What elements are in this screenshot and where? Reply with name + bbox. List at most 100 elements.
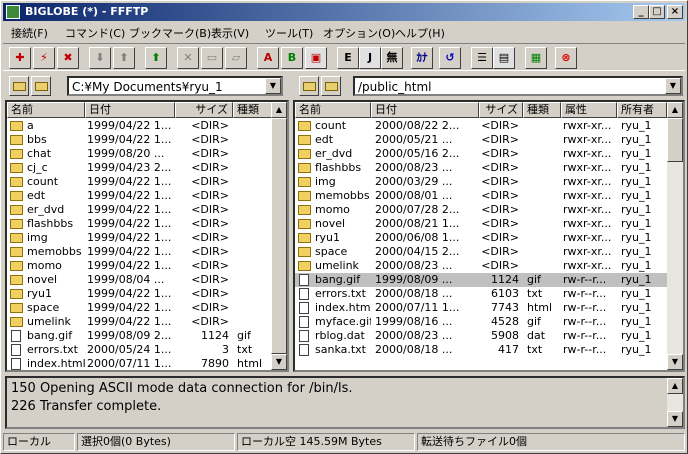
scroll-up-icon[interactable]: ▲	[667, 378, 683, 394]
chevron-down-icon[interactable]: ▼	[265, 78, 281, 94]
file-row[interactable]: bang.gif 1999/08/09 2... 1124 gif	[7, 329, 271, 343]
right-open-folder-button[interactable]	[321, 76, 341, 96]
disconnect-icon[interactable]: ✖	[57, 47, 79, 69]
file-row[interactable]: flashbbs 1999/04/22 1... <DIR>	[7, 217, 271, 231]
file-row[interactable]: index.html 2000/07/11 1... 7890 html	[7, 357, 271, 370]
file-row[interactable]: edt 2000/05/21 ... <DIR> rwxr-xr... ryu_1	[295, 133, 667, 147]
menu-help[interactable]: ヘルプ(H)	[395, 25, 445, 41]
scroll-up-icon[interactable]: ▲	[271, 102, 287, 118]
right-col-type[interactable]: 種類	[523, 102, 561, 118]
file-row[interactable]: er_dvd 2000/05/16 2... <DIR> rwxr-xr... ryu_…	[295, 147, 667, 161]
file-row[interactable]: img 1999/04/22 1... <DIR>	[7, 231, 271, 245]
scroll-down-icon[interactable]: ▼	[667, 411, 683, 427]
detail-view-icon[interactable]: ▤	[493, 47, 515, 69]
left-path-field[interactable]: C:¥My Documents¥ryu_1 ▼	[67, 76, 283, 96]
chevron-down-icon[interactable]: ▼	[665, 78, 681, 94]
right-col-size[interactable]: サイズ	[479, 102, 523, 118]
log-scrollbar[interactable]: ▲ ▼	[667, 378, 683, 427]
rename-icon[interactable]: ▭	[201, 47, 223, 69]
refresh-icon[interactable]: ↺	[439, 47, 461, 69]
right-scrollbar[interactable]: ▲ ▼	[667, 102, 683, 370]
mirror-upload-icon[interactable]: ⬆	[145, 47, 167, 69]
delete-icon[interactable]: ✕	[177, 47, 199, 69]
file-attr: rwxr-xr...	[563, 161, 612, 174]
file-row[interactable]: rblog.dat 2000/08/23 ... 5908 dat rw-r--r...…	[295, 329, 667, 343]
file-row[interactable]: umelink 1999/04/22 1... <DIR>	[7, 315, 271, 329]
close-button[interactable]: ×	[667, 5, 683, 19]
menu-tools[interactable]: ツール(T)	[265, 25, 313, 41]
left-col-name[interactable]: 名前	[7, 102, 85, 118]
right-col-owner[interactable]: 所有者	[617, 102, 667, 118]
file-row[interactable]: flashbbs 2000/08/23 ... <DIR> rwxr-xr... ryu…	[295, 161, 667, 175]
left-col-type[interactable]: 種類	[233, 102, 273, 118]
left-up-folder-button[interactable]	[9, 76, 29, 96]
download-icon[interactable]: ⬇	[89, 47, 111, 69]
file-row[interactable]: img 2000/03/29 ... <DIR> rwxr-xr... ryu_1	[295, 175, 667, 189]
menu-command[interactable]: コマンド(C)	[65, 25, 125, 41]
local-file-list[interactable]: 名前 日付 サイズ 種類 a 1999/04/22 1... <DIR> bbs 199…	[5, 100, 289, 372]
file-row[interactable]: bang.gif 1999/08/09 ... 1124 gif rw-r--r... r…	[295, 273, 667, 287]
right-scroll-thumb[interactable]	[667, 118, 683, 162]
file-row[interactable]: ryu1 2000/06/08 1... <DIR> rwxr-xr... ryu_1	[295, 231, 667, 245]
file-row[interactable]: chat 1999/08/20 ... <DIR>	[7, 147, 271, 161]
sync-icon[interactable]: ▦	[525, 47, 547, 69]
file-row[interactable]: novel 1999/08/04 ... <DIR>	[7, 273, 271, 287]
file-row[interactable]: cj_c 1999/04/23 2... <DIR>	[7, 161, 271, 175]
remote-file-list[interactable]: 名前 日付 サイズ 種類 属性 所有者 count 2000/08/22 2...…	[293, 100, 685, 372]
left-col-size[interactable]: サイズ	[175, 102, 233, 118]
file-row[interactable]: index.html 2000/07/11 1... 7743 html rw-r--r…	[295, 301, 667, 315]
scroll-down-icon[interactable]: ▼	[271, 354, 287, 370]
connect-icon[interactable]: ✚	[9, 47, 31, 69]
scroll-up-icon[interactable]: ▲	[667, 102, 683, 118]
left-scroll-thumb[interactable]	[271, 118, 287, 354]
euc-icon[interactable]: E	[337, 47, 359, 69]
ascii-mode-icon[interactable]: A	[257, 47, 279, 69]
file-row[interactable]: memobbs 2000/08/01 ... <DIR> rwxr-xr... ryu_…	[295, 189, 667, 203]
left-col-date[interactable]: 日付	[85, 102, 175, 118]
file-row[interactable]: space 1999/04/22 1... <DIR>	[7, 301, 271, 315]
left-open-folder-button[interactable]	[31, 76, 51, 96]
right-col-date[interactable]: 日付	[371, 102, 479, 118]
file-row[interactable]: momo 1999/04/22 1... <DIR>	[7, 259, 271, 273]
file-row[interactable]: space 2000/04/15 2... <DIR> rwxr-xr... ryu_1	[295, 245, 667, 259]
minimize-button[interactable]: _	[633, 5, 649, 19]
menu-bookmark[interactable]: ブックマーク(B)	[129, 25, 211, 41]
file-row[interactable]: a 1999/04/22 1... <DIR>	[7, 119, 271, 133]
left-scrollbar[interactable]: ▲ ▼	[271, 102, 287, 370]
list-view-icon[interactable]: ☰	[471, 47, 493, 69]
menu-connect[interactable]: 接続(F)	[11, 25, 48, 41]
mkdir-icon[interactable]: ▱	[225, 47, 247, 69]
nokanji-icon[interactable]: 無	[381, 47, 403, 69]
binary-mode-icon[interactable]: B	[281, 47, 303, 69]
file-row[interactable]: momo 2000/07/28 2... <DIR> rwxr-xr... ryu_1	[295, 203, 667, 217]
file-row[interactable]: sanka.txt 2000/08/18 ... 417 txt rw-r--r... r…	[295, 343, 667, 357]
file-row[interactable]: ryu1 1999/04/22 1... <DIR>	[7, 287, 271, 301]
auto-mode-icon[interactable]: ▣	[305, 47, 327, 69]
right-path-field[interactable]: /public_html ▼	[353, 76, 683, 96]
scroll-down-icon[interactable]: ▼	[667, 354, 683, 370]
menu-view[interactable]: 表示(V)	[211, 25, 249, 41]
kana-icon[interactable]: ｶﾅ	[411, 47, 433, 69]
file-row[interactable]: memobbs 1999/04/22 1... <DIR>	[7, 245, 271, 259]
folder-icon	[298, 233, 311, 243]
right-up-folder-button[interactable]	[299, 76, 319, 96]
maximize-button[interactable]: □	[649, 5, 665, 19]
file-row[interactable]: edt 1999/04/22 1... <DIR>	[7, 189, 271, 203]
file-row[interactable]: count 2000/08/22 2... <DIR> rwxr-xr... ryu_1	[295, 119, 667, 133]
right-col-name[interactable]: 名前	[295, 102, 371, 118]
file-row[interactable]: bbs 1999/04/22 1... <DIR>	[7, 133, 271, 147]
file-row[interactable]: novel 2000/08/21 1... <DIR> rwxr-xr... ryu_1	[295, 217, 667, 231]
right-col-attr[interactable]: 属性	[561, 102, 617, 118]
stop-icon[interactable]: ⊗	[555, 47, 577, 69]
message-log[interactable]: 150 Opening ASCII mode data connection f…	[5, 376, 685, 429]
jis-icon[interactable]: J	[359, 47, 381, 69]
file-row[interactable]: errors.txt 2000/05/24 1... 3 txt	[7, 343, 271, 357]
upload-icon[interactable]: ⬆	[113, 47, 135, 69]
quick-connect-icon[interactable]: ⚡	[33, 47, 55, 69]
file-row[interactable]: errors.txt 2000/08/18 ... 6103 txt rw-r--r..…	[295, 287, 667, 301]
file-row[interactable]: count 1999/04/22 1... <DIR>	[7, 175, 271, 189]
file-row[interactable]: myface.gif 1999/08/16 ... 4528 gif rw-r--r..…	[295, 315, 667, 329]
file-row[interactable]: er_dvd 1999/04/22 1... <DIR>	[7, 203, 271, 217]
menu-options[interactable]: オプション(O)	[323, 25, 395, 41]
file-row[interactable]: umelink 2000/08/23 ... <DIR> rwxr-xr... ryu_…	[295, 259, 667, 273]
